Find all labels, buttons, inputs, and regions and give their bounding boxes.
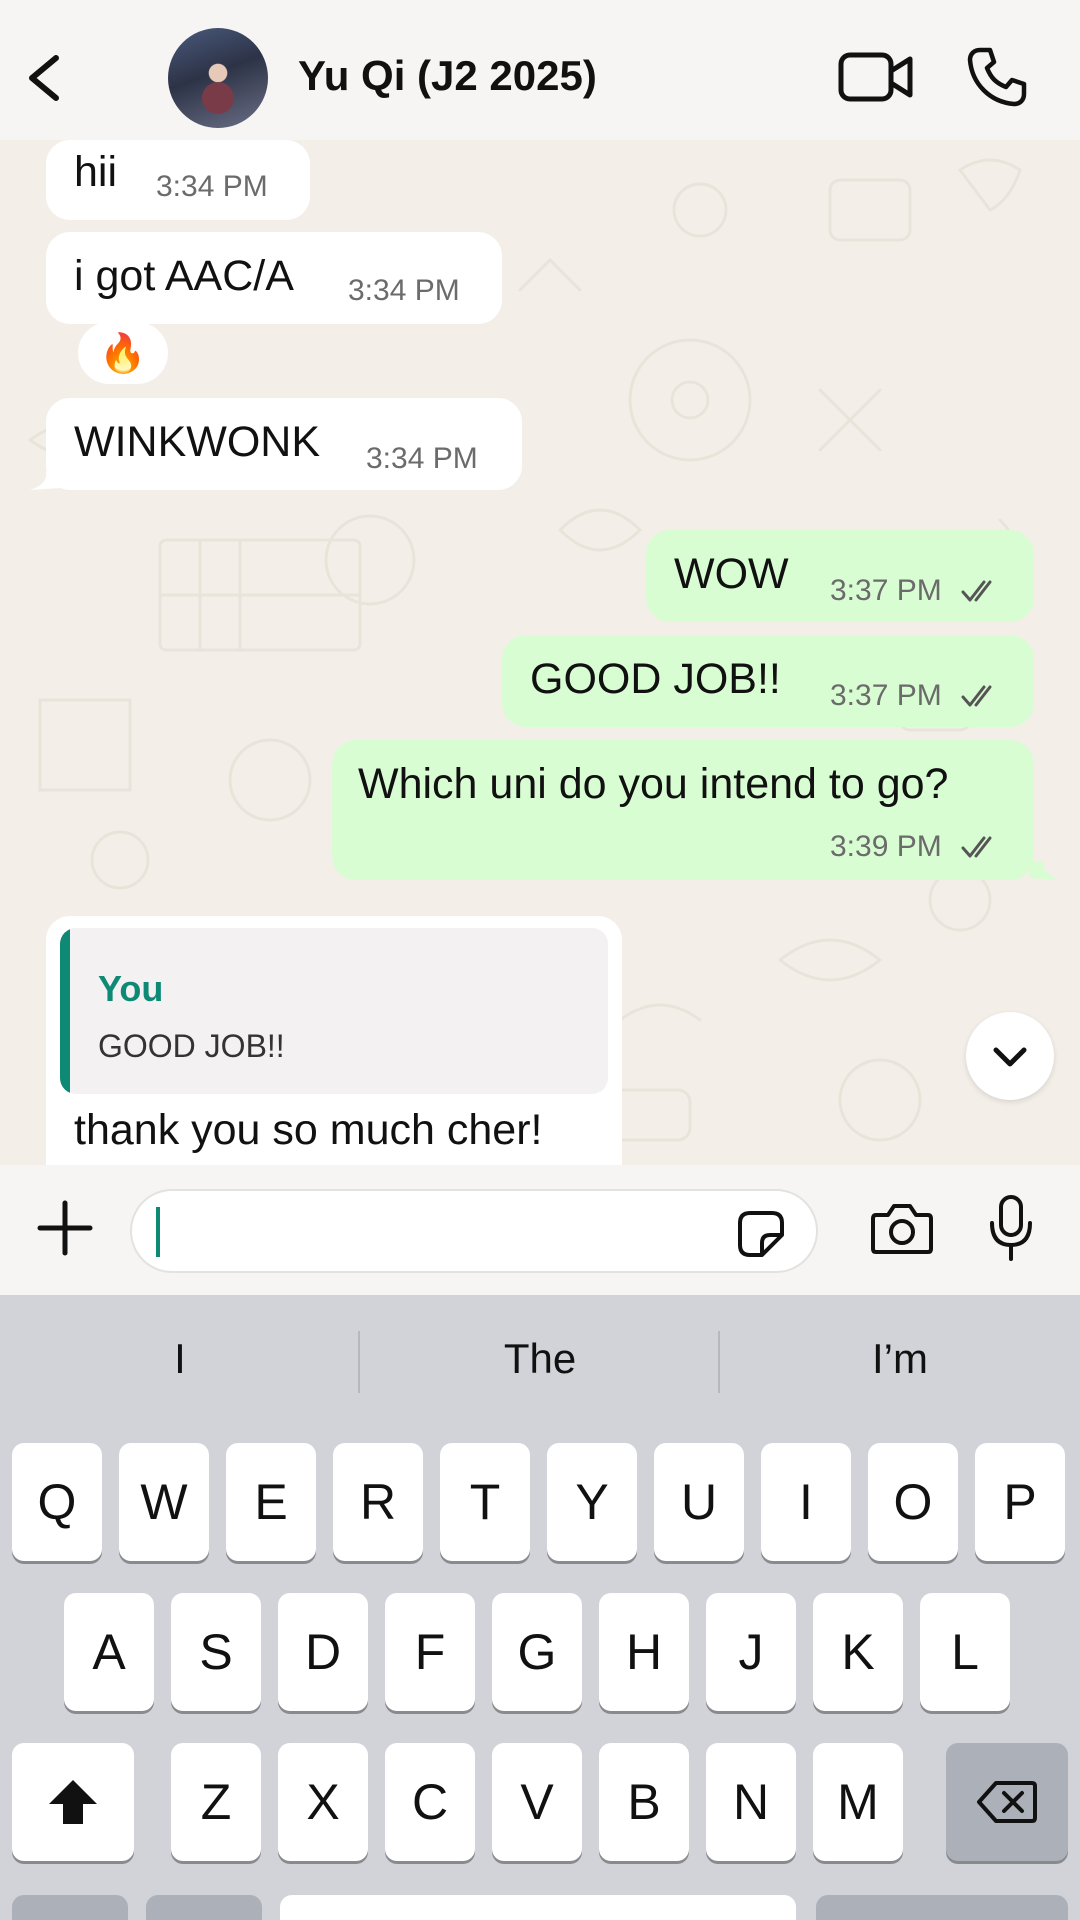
message-text: Which uni do you intend to go? — [358, 760, 949, 808]
key-b[interactable]: B — [599, 1743, 689, 1861]
return-key[interactable] — [816, 1895, 1068, 1920]
microphone-icon — [990, 1195, 1032, 1261]
shift-key[interactable] — [12, 1743, 134, 1861]
sticker-button[interactable] — [736, 1209, 786, 1259]
chevron-down-icon — [993, 1047, 1027, 1067]
message-bubble-outgoing[interactable]: WOW 3:37 PM — [646, 530, 1034, 622]
message-list[interactable]: hii 3:34 PM i got AAC/A 3:34 PM 🔥 WINKWO… — [0, 140, 1080, 1165]
key-i[interactable]: I — [761, 1443, 851, 1561]
message-time: 3:37 PM — [830, 574, 942, 607]
video-camera-icon — [838, 52, 913, 102]
composer-bar — [0, 1165, 1080, 1295]
sticker-icon — [738, 1211, 784, 1257]
message-bubble-incoming[interactable]: i got AAC/A 3:34 PM — [46, 232, 502, 324]
message-bubble-incoming[interactable]: You GOOD JOB!! thank you so much cher! — [46, 916, 622, 1165]
message-time: 3:34 PM — [348, 274, 460, 307]
key-a[interactable]: A — [64, 1593, 154, 1711]
text-cursor — [156, 1207, 160, 1257]
message-time: 3:34 PM — [366, 442, 478, 475]
read-receipt-icon — [961, 580, 992, 602]
emoji-key[interactable] — [146, 1895, 262, 1920]
quoted-reply[interactable]: You GOOD JOB!! — [60, 928, 608, 1094]
key-z[interactable]: Z — [171, 1743, 261, 1861]
message-time: 3:37 PM — [830, 679, 942, 712]
bubble-tail — [1030, 862, 1060, 880]
shift-arrow-icon — [49, 1780, 97, 1824]
space-key[interactable] — [280, 1895, 796, 1920]
read-receipt-icon — [961, 836, 992, 858]
reply-quote-text: GOOD JOB!! — [98, 1028, 285, 1064]
camera-button[interactable] — [870, 1201, 934, 1255]
key-l[interactable]: L — [920, 1593, 1010, 1711]
camera-icon — [871, 1204, 933, 1254]
message-bubble-outgoing[interactable]: Which uni do you intend to go? 3:39 PM — [332, 740, 1034, 880]
key-u[interactable]: U — [654, 1443, 744, 1561]
key-y[interactable]: Y — [547, 1443, 637, 1561]
message-text: thank you so much cher! — [74, 1106, 543, 1154]
key-n[interactable]: N — [706, 1743, 796, 1861]
key-q[interactable]: Q — [12, 1443, 102, 1561]
message-time: 3:34 PM — [156, 170, 268, 203]
key-k[interactable]: K — [813, 1593, 903, 1711]
chevron-left-icon — [29, 55, 59, 101]
message-text: WINKWONK — [74, 418, 321, 466]
message-text: GOOD JOB!! — [530, 655, 781, 703]
key-v[interactable]: V — [492, 1743, 582, 1861]
key-c[interactable]: C — [385, 1743, 475, 1861]
key-s[interactable]: S — [171, 1593, 261, 1711]
message-bubble-incoming[interactable]: hii 3:34 PM — [46, 140, 310, 220]
avatar[interactable] — [168, 28, 268, 128]
on-screen-keyboard: I The I’m Q W E R T Y U I O P A S D F G … — [0, 1295, 1080, 1920]
key-w[interactable]: W — [119, 1443, 209, 1561]
fire-emoji: 🔥 — [99, 330, 147, 375]
numbers-key[interactable] — [12, 1895, 128, 1920]
message-text: WOW — [674, 550, 789, 598]
message-time: 3:39 PM — [830, 830, 942, 863]
message-text: hii — [74, 148, 118, 196]
key-d[interactable]: D — [278, 1593, 368, 1711]
message-input[interactable] — [130, 1189, 818, 1273]
message-text: i got AAC/A — [74, 252, 294, 300]
message-bubble-outgoing[interactable]: GOOD JOB!! 3:37 PM — [502, 635, 1034, 727]
key-j[interactable]: J — [706, 1593, 796, 1711]
backspace-key[interactable] — [946, 1743, 1068, 1861]
key-x[interactable]: X — [278, 1743, 368, 1861]
key-h[interactable]: H — [599, 1593, 689, 1711]
predictive-bar: I The I’m — [0, 1295, 1080, 1435]
read-receipt-icon — [961, 685, 992, 707]
key-t[interactable]: T — [440, 1443, 530, 1561]
voice-call-button[interactable] — [966, 46, 1028, 108]
backspace-icon — [977, 1781, 1037, 1823]
key-f[interactable]: F — [385, 1593, 475, 1711]
scroll-to-bottom-button[interactable] — [966, 1012, 1054, 1100]
suggestion-item[interactable]: The — [360, 1335, 720, 1383]
chat-header: Yu Qi (J2 2025) — [0, 0, 1080, 140]
key-m[interactable]: M — [813, 1743, 903, 1861]
plus-icon — [37, 1200, 93, 1256]
key-r[interactable]: R — [333, 1443, 423, 1561]
key-o[interactable]: O — [868, 1443, 958, 1561]
phone-icon — [967, 47, 1027, 107]
video-call-button[interactable] — [838, 50, 914, 104]
message-reaction[interactable]: 🔥 — [78, 322, 168, 384]
key-p[interactable]: P — [975, 1443, 1065, 1561]
reply-author: You — [98, 968, 164, 1009]
suggestion-item[interactable]: I’m — [720, 1335, 1080, 1383]
attach-button[interactable] — [36, 1199, 94, 1257]
back-button[interactable] — [20, 48, 70, 108]
key-e[interactable]: E — [226, 1443, 316, 1561]
message-bubble-incoming[interactable]: WINKWONK 3:34 PM — [46, 398, 522, 490]
reply-accent-bar — [60, 928, 70, 1094]
voice-message-button[interactable] — [986, 1193, 1036, 1263]
bubble-tail — [30, 472, 60, 490]
key-g[interactable]: G — [492, 1593, 582, 1711]
suggestion-item[interactable]: I — [0, 1335, 360, 1383]
contact-name[interactable]: Yu Qi (J2 2025) — [298, 52, 597, 100]
